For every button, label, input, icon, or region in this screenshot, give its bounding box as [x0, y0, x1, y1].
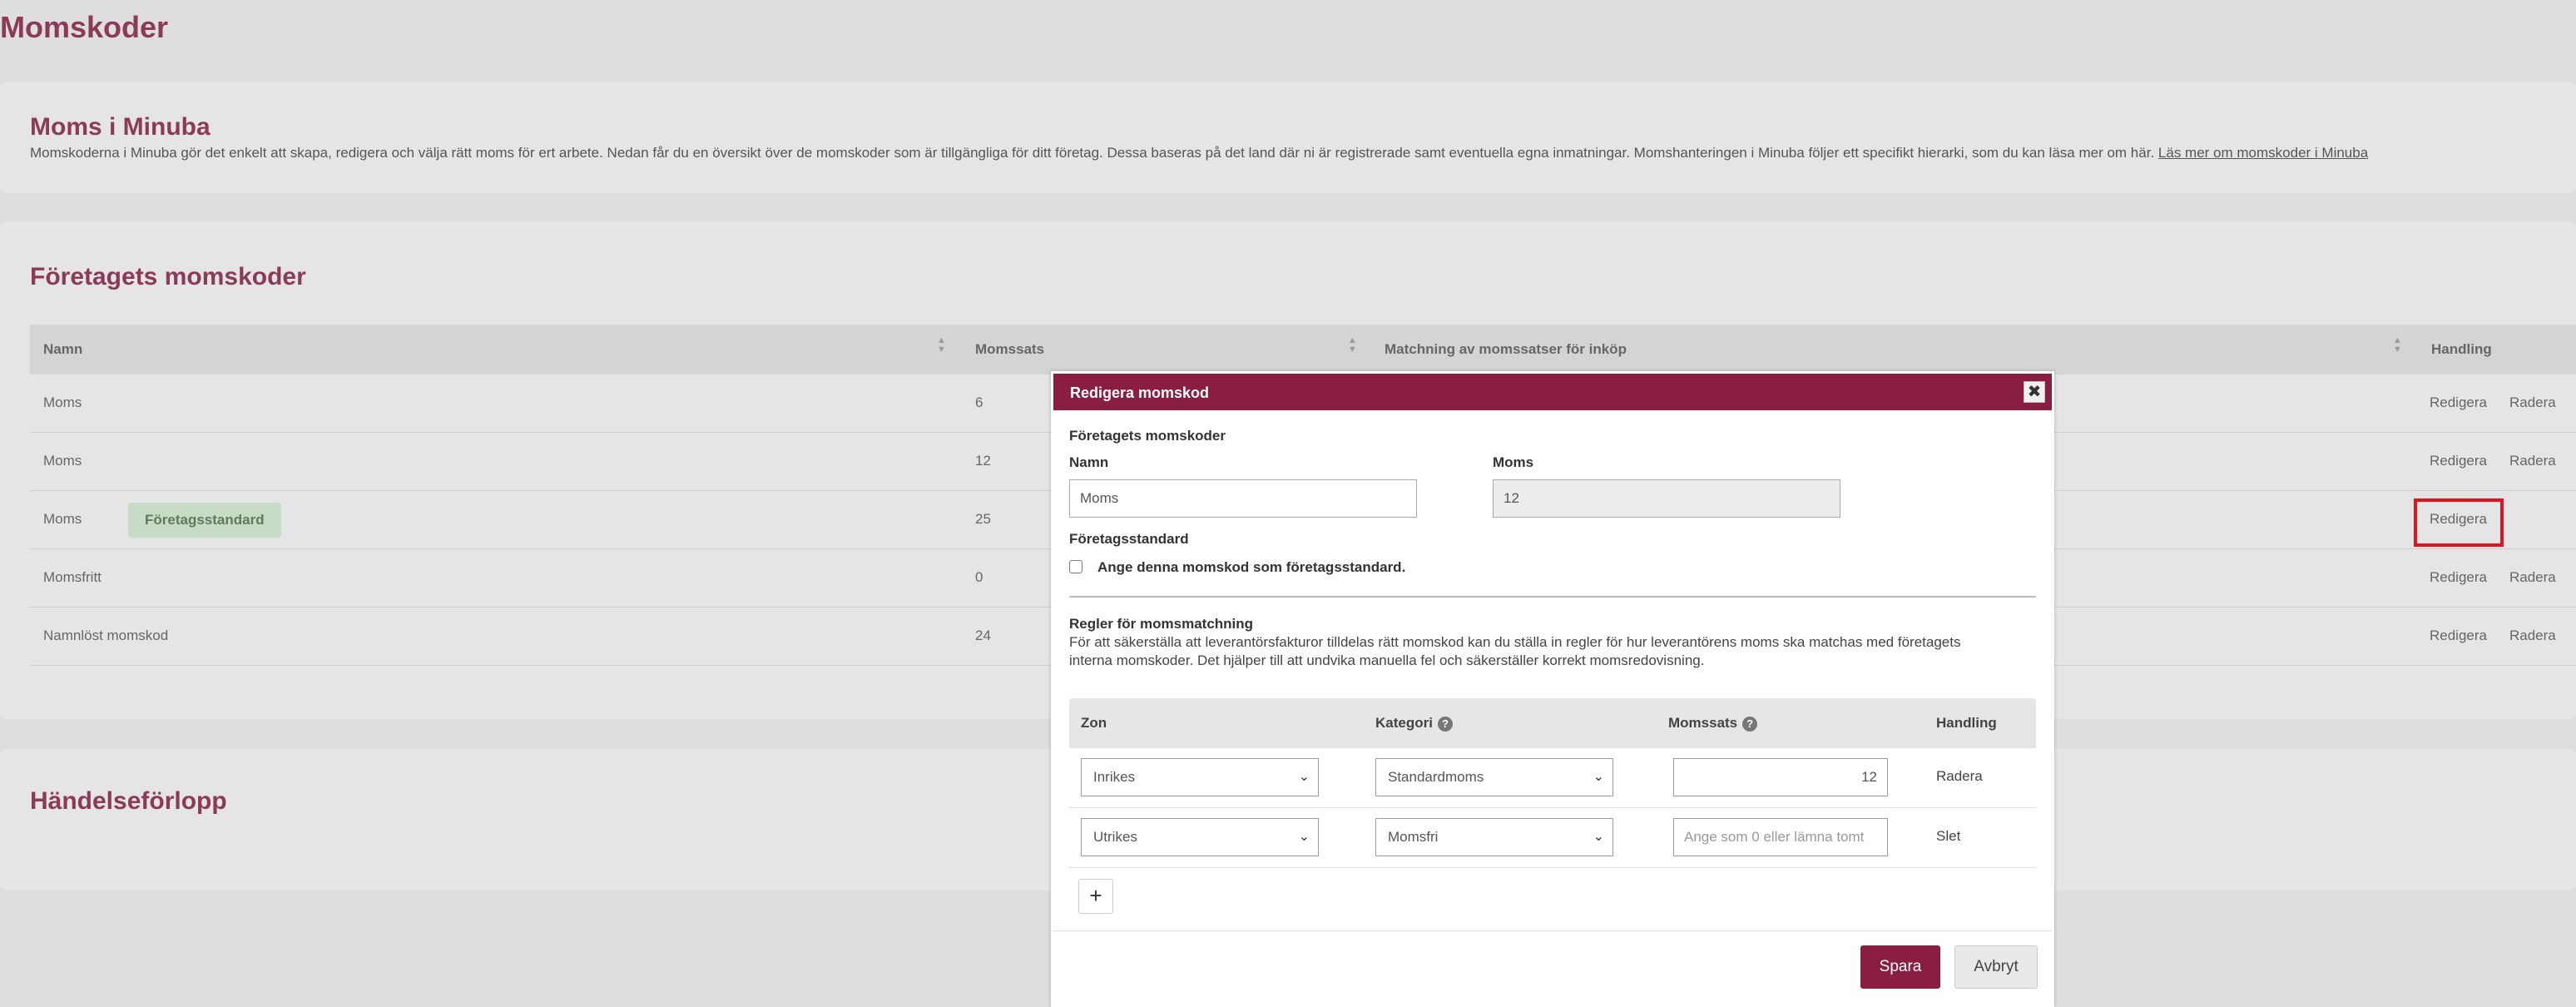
column-rate: Momssats?: [1668, 715, 1758, 732]
row-rate: 12: [975, 453, 991, 469]
rules-title: Regler för momsmatchning: [1069, 616, 1254, 632]
sort-name-icon[interactable]: ▲▼: [937, 336, 946, 355]
info-title: Moms i Minuba: [30, 113, 211, 141]
zone-select[interactable]: Utrikes ⌄: [1081, 818, 1319, 856]
row-rate: 6: [975, 394, 983, 410]
chevron-down-icon: ⌄: [1298, 830, 1310, 844]
read-more-link[interactable]: Läs mer om momskoder i Minuba: [2158, 145, 2368, 161]
edit-button[interactable]: Redigera: [2430, 569, 2487, 586]
row-rate: 24: [975, 628, 991, 643]
rule-row: Utrikes ⌄ Momsfri ⌄ Slet: [1069, 808, 2036, 868]
category-select-value: Standardmoms: [1388, 769, 1484, 785]
row-rate: 0: [975, 569, 983, 585]
edit-button[interactable]: Redigera: [2430, 453, 2487, 469]
row-name: Moms: [43, 394, 82, 410]
sort-matching-icon[interactable]: ▲▼: [2393, 336, 2402, 355]
close-icon[interactable]: ✖: [2024, 381, 2045, 403]
info-description-text: Momskoderna i Minuba gör det enkelt att …: [30, 145, 2155, 161]
name-input[interactable]: [1069, 479, 1417, 518]
history-title: Händelseförlopp: [30, 787, 227, 815]
row-rate: 25: [975, 511, 991, 527]
standard-checkbox[interactable]: [1069, 560, 1082, 573]
column-rate[interactable]: Momssats: [975, 341, 1044, 358]
info-description: Momskoderna i Minuba gör det enkelt att …: [30, 145, 2368, 161]
company-default-badge: Företagsstandard: [128, 503, 281, 538]
column-rate-label: Momssats: [1668, 715, 1738, 731]
row-name: Namnlöst momskod: [43, 628, 169, 643]
delete-button[interactable]: Radera: [2509, 628, 2556, 644]
column-zone: Zon: [1081, 715, 1107, 731]
zone-select[interactable]: Inrikes ⌄: [1081, 758, 1319, 796]
modal-section-title: Företagets momskoder: [1069, 428, 1226, 444]
category-select-value: Momsfri: [1388, 829, 1439, 845]
name-label: Namn: [1069, 454, 1109, 470]
edit-button[interactable]: Redigera: [2430, 394, 2487, 411]
add-rule-button[interactable]: +: [1078, 879, 1113, 914]
rules-table-header: Zon Kategori? Momssats? Handling: [1069, 698, 2036, 748]
delete-rule-button[interactable]: Radera: [1936, 768, 1983, 785]
column-category-label: Kategori: [1375, 715, 1433, 731]
zone-select-value: Inrikes: [1093, 769, 1136, 785]
chevron-down-icon: ⌄: [1298, 770, 1310, 784]
rule-row: Inrikes ⌄ Standardmoms ⌄ Radera: [1069, 748, 2036, 808]
vat-table-header: Namn ▲▼ Momssats ▲▼ Matchning av momssat…: [30, 325, 2576, 375]
column-action: Handling: [1936, 715, 1997, 731]
standard-label: Företagsstandard: [1069, 531, 1189, 547]
cancel-button[interactable]: Avbryt: [1954, 945, 2038, 989]
edit-button[interactable]: Redigera: [2430, 628, 2487, 644]
rules-description-line-1: För att säkerställa att leverantörsfaktu…: [1069, 634, 1961, 650]
help-icon[interactable]: ?: [1742, 716, 1758, 732]
column-category: Kategori?: [1375, 715, 1453, 732]
delete-button[interactable]: Radera: [2509, 569, 2556, 586]
category-select[interactable]: Momsfri ⌄: [1375, 818, 1613, 856]
standard-checkbox-label[interactable]: Ange denna momskod som företagsstandard.: [1097, 559, 1405, 576]
column-matching[interactable]: Matchning av momssatser för inköp: [1385, 341, 1627, 358]
vat-codes-title: Företagets momskoder: [30, 263, 306, 290]
modal-header: Redigera momskod ✖: [1053, 374, 2052, 410]
edit-vat-code-modal: Redigera momskod ✖ Företagets momskoder …: [1051, 371, 2054, 1007]
delete-button[interactable]: Radera: [2509, 453, 2556, 469]
sort-rate-icon[interactable]: ▲▼: [1348, 336, 1357, 355]
row-name: Momsfritt: [43, 569, 102, 585]
chevron-down-icon: ⌄: [1593, 830, 1604, 844]
divider: [1069, 596, 2036, 598]
rules-description-line-2: interna momskoder. Det hjälper till att …: [1069, 652, 1705, 668]
rate-input[interactable]: [1673, 818, 1888, 856]
row-name: Moms: [43, 453, 82, 469]
page-title: Momskoder: [0, 10, 169, 44]
column-action: Handling: [2431, 341, 2492, 357]
moms-label: Moms: [1493, 454, 1534, 470]
modal-footer-divider: [1053, 930, 2052, 931]
row-name: Moms: [43, 511, 82, 527]
delete-button[interactable]: Radera: [2509, 394, 2556, 411]
help-icon[interactable]: ?: [1437, 716, 1453, 732]
zone-select-value: Utrikes: [1093, 829, 1137, 845]
info-card: Moms i Minuba Momskoderna i Minuba gör d…: [0, 82, 2576, 193]
highlight-frame: [2414, 499, 2504, 547]
chevron-down-icon: ⌄: [1593, 770, 1604, 784]
delete-rule-button[interactable]: Slet: [1936, 828, 1960, 845]
modal-title: Redigera momskod: [1070, 384, 1210, 401]
save-button[interactable]: Spara: [1860, 945, 1940, 989]
category-select[interactable]: Standardmoms ⌄: [1375, 758, 1613, 796]
moms-input[interactable]: [1493, 479, 1840, 518]
column-name[interactable]: Namn: [43, 341, 82, 358]
rate-input[interactable]: [1673, 758, 1888, 796]
